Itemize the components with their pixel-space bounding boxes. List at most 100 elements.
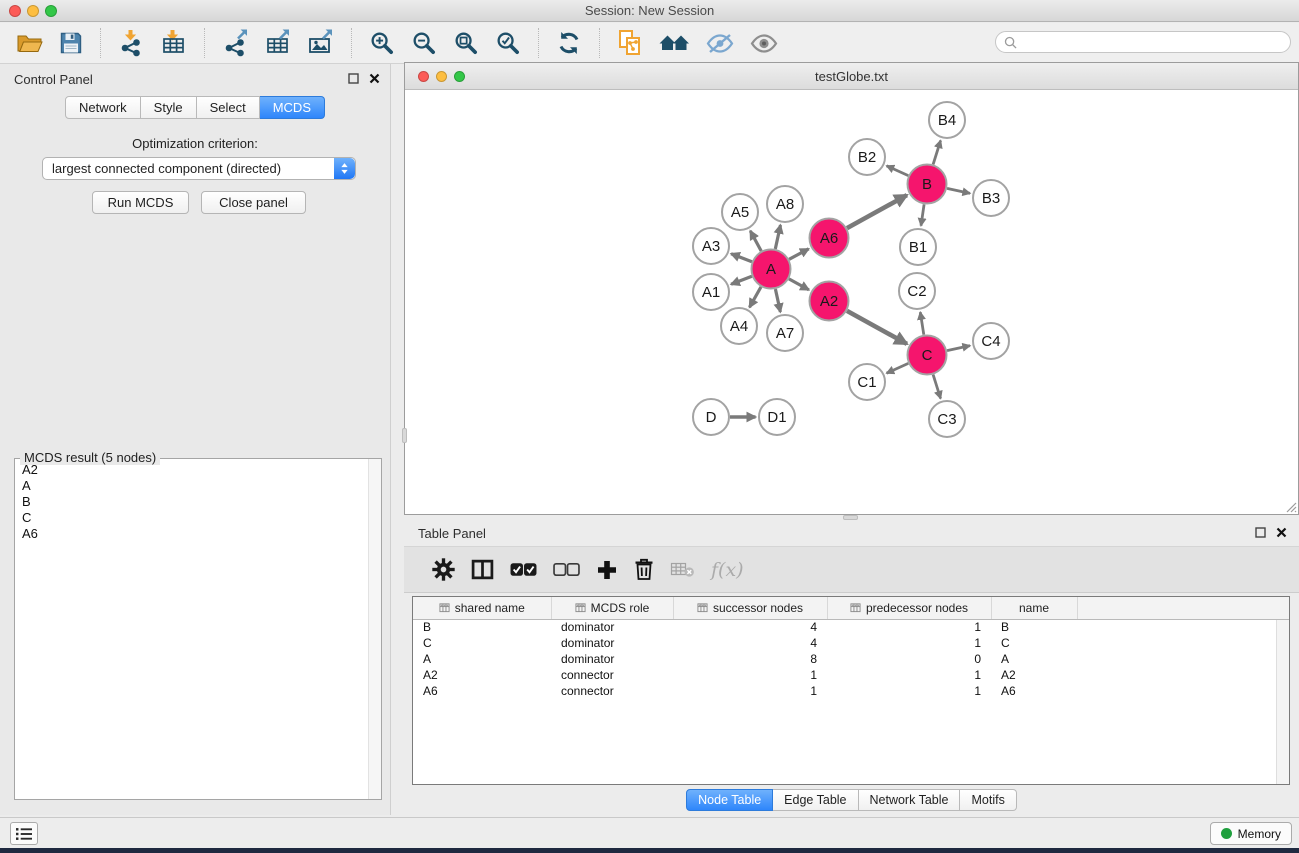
network-minimize-button[interactable] bbox=[436, 71, 447, 82]
tab-edge-table[interactable]: Edge Table bbox=[773, 789, 858, 811]
graph-edge[interactable] bbox=[947, 188, 970, 193]
table-cell[interactable]: A bbox=[413, 651, 551, 667]
table-cell[interactable]: A2 bbox=[413, 667, 551, 683]
zoom-selected-button[interactable] bbox=[491, 28, 525, 58]
column-header[interactable]: MCDS role bbox=[551, 597, 673, 619]
tab-motifs[interactable]: Motifs bbox=[960, 789, 1016, 811]
list-item[interactable]: C bbox=[16, 510, 368, 526]
network-close-button[interactable] bbox=[418, 71, 429, 82]
gear-button[interactable] bbox=[432, 558, 455, 581]
list-item[interactable]: A6 bbox=[16, 526, 368, 542]
table-row[interactable]: A2connector11A2 bbox=[413, 667, 1289, 683]
search-box[interactable] bbox=[995, 31, 1291, 53]
list-item[interactable]: A bbox=[16, 478, 368, 494]
graph-node[interactable]: B1 bbox=[900, 229, 936, 265]
import-table-button[interactable] bbox=[156, 27, 191, 59]
columns-button[interactable] bbox=[471, 559, 494, 580]
graph-node[interactable]: A2 bbox=[810, 282, 849, 321]
table-cell[interactable]: connector bbox=[551, 683, 673, 699]
save-button[interactable] bbox=[55, 29, 87, 57]
graph-node[interactable]: A6 bbox=[810, 219, 849, 258]
zoom-window-button[interactable] bbox=[45, 5, 57, 17]
zoom-in-button[interactable] bbox=[365, 28, 399, 58]
table-cell[interactable]: 4 bbox=[673, 635, 827, 651]
table-row[interactable]: Bdominator41B bbox=[413, 619, 1289, 635]
new-network-from-selection-button[interactable] bbox=[613, 27, 647, 59]
tab-network[interactable]: Network bbox=[65, 96, 141, 119]
graph-edge[interactable] bbox=[933, 141, 941, 165]
graph-node[interactable]: A4 bbox=[721, 308, 757, 344]
graph-node[interactable]: D1 bbox=[759, 399, 795, 435]
table-cell[interactable]: dominator bbox=[551, 619, 673, 635]
graph-node[interactable]: D bbox=[693, 399, 729, 435]
zoom-out-button[interactable] bbox=[407, 28, 441, 58]
table-cell[interactable]: 1 bbox=[673, 683, 827, 699]
network-canvas[interactable]: B4B2BB3A8A5A6A3B1AC2A1A2A4A7C4CC1DD1C3 bbox=[405, 90, 1298, 514]
delete-row-button[interactable] bbox=[634, 558, 654, 581]
close-panel-icon[interactable] bbox=[1276, 527, 1287, 538]
split-handle[interactable] bbox=[402, 428, 407, 443]
graph-node[interactable]: C2 bbox=[899, 273, 935, 309]
graph-node[interactable]: A8 bbox=[767, 186, 803, 222]
graph-node[interactable]: C1 bbox=[849, 364, 885, 400]
table-row[interactable]: Adominator80A bbox=[413, 651, 1289, 667]
graph-edge[interactable] bbox=[731, 276, 752, 284]
graph-edge[interactable] bbox=[933, 375, 941, 399]
table-cell[interactable]: dominator bbox=[551, 651, 673, 667]
tab-mcds[interactable]: MCDS bbox=[260, 96, 325, 119]
hide-glyphs-button[interactable] bbox=[702, 30, 738, 57]
float-panel-icon[interactable] bbox=[1255, 527, 1266, 538]
column-header[interactable]: successor nodes bbox=[673, 597, 827, 619]
graph-node[interactable]: A5 bbox=[722, 194, 758, 230]
graph-edge[interactable] bbox=[775, 225, 780, 249]
graph-node[interactable]: A7 bbox=[767, 315, 803, 351]
export-table-button[interactable] bbox=[260, 27, 295, 59]
table-cell[interactable]: B bbox=[991, 619, 1077, 635]
graph-edge[interactable] bbox=[789, 249, 809, 259]
graph-node[interactable]: B3 bbox=[973, 180, 1009, 216]
criterion-dropdown[interactable]: largest connected component (directed) bbox=[42, 157, 356, 180]
export-network-button[interactable] bbox=[218, 27, 252, 59]
tab-node-table[interactable]: Node Table bbox=[686, 789, 773, 811]
run-mcds-button[interactable]: Run MCDS bbox=[92, 191, 189, 214]
table-cell[interactable]: 1 bbox=[827, 667, 991, 683]
table-cell[interactable]: 8 bbox=[673, 651, 827, 667]
table-cell[interactable]: C bbox=[991, 635, 1077, 651]
zoom-fit-button[interactable] bbox=[449, 28, 483, 58]
column-header[interactable]: shared name bbox=[413, 597, 551, 619]
graph-node[interactable]: C bbox=[908, 336, 947, 375]
column-header[interactable]: predecessor nodes bbox=[827, 597, 991, 619]
home-button[interactable] bbox=[655, 29, 694, 57]
graph-edge[interactable] bbox=[789, 279, 809, 290]
tab-select[interactable]: Select bbox=[197, 96, 260, 119]
export-image-button[interactable] bbox=[303, 27, 338, 59]
table-cell[interactable]: A6 bbox=[991, 683, 1077, 699]
graph-node[interactable]: B bbox=[908, 165, 947, 204]
table-cell[interactable]: 0 bbox=[827, 651, 991, 667]
close-panel-icon[interactable] bbox=[369, 73, 380, 84]
panel-menu-button[interactable] bbox=[10, 822, 38, 845]
table-cell[interactable]: 1 bbox=[827, 683, 991, 699]
table-cell[interactable]: B bbox=[413, 619, 551, 635]
table-cell[interactable]: 4 bbox=[673, 619, 827, 635]
tab-network-table[interactable]: Network Table bbox=[859, 789, 961, 811]
graph-node[interactable]: A1 bbox=[693, 274, 729, 310]
graph-edge[interactable] bbox=[921, 204, 924, 225]
select-all-button[interactable] bbox=[510, 562, 537, 577]
graph-edge[interactable] bbox=[947, 346, 970, 351]
graph-edge[interactable] bbox=[920, 312, 924, 335]
graph-node[interactable]: C4 bbox=[973, 323, 1009, 359]
table-cell[interactable]: 1 bbox=[827, 635, 991, 651]
deselect-all-button[interactable] bbox=[553, 562, 580, 577]
graph-edge[interactable] bbox=[750, 287, 762, 307]
graph-node[interactable]: A bbox=[752, 250, 791, 289]
graph-node[interactable]: C3 bbox=[929, 401, 965, 437]
graph-node[interactable]: A3 bbox=[693, 228, 729, 264]
float-panel-icon[interactable] bbox=[348, 73, 359, 84]
table-cell[interactable]: dominator bbox=[551, 635, 673, 651]
network-zoom-button[interactable] bbox=[454, 71, 465, 82]
table-cell[interactable]: C bbox=[413, 635, 551, 651]
table-row[interactable]: A6connector11A6 bbox=[413, 683, 1289, 699]
table-cell[interactable]: connector bbox=[551, 667, 673, 683]
resize-grip-icon[interactable] bbox=[1284, 500, 1297, 513]
